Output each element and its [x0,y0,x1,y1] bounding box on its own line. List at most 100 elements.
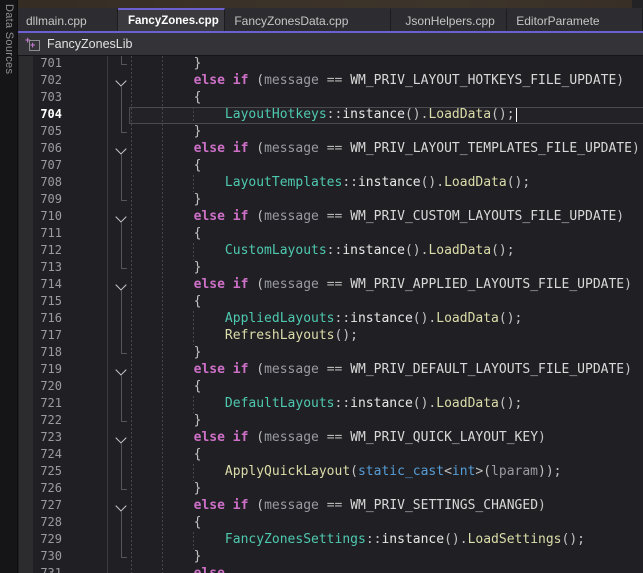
indent-guide-col0 [131,56,132,573]
breadcrumb[interactable]: + + FancyZonesLib [17,33,643,56]
tab-editorparameters[interactable]: EditorParamete [507,8,643,31]
code-line-713[interactable]: 713 } [17,260,643,277]
line-number: 718 [33,345,62,359]
tab-label: dllmain.cpp [26,14,87,28]
line-number: 717 [33,328,62,342]
fold-region-line [121,291,127,354]
line-number: 720 [33,379,62,393]
code-text: { [131,294,201,309]
code-line-719[interactable]: 719 else if (message == WM_PRIV_DEFAULT_… [17,362,643,379]
tab-dllmain[interactable]: dllmain.cpp [17,8,118,31]
cpp-project-icon: + + [26,38,40,51]
code-line-724[interactable]: 724 { [17,447,643,464]
fold-region-line [121,223,127,269]
code-line-712[interactable]: 712 CustomLayouts::instance().LoadData()… [17,243,643,260]
line-number: 731 [33,566,62,573]
line-number: 723 [33,430,62,444]
line-number: 712 [33,243,62,257]
code-text: } [131,345,201,360]
code-line-711[interactable]: 711 { [17,226,643,243]
line-number: 715 [33,294,62,308]
code-line-725[interactable]: 725 ApplyQuickLayout(static_cast<int>(lp… [17,464,643,481]
line-number: 721 [33,396,62,410]
tab-jsonhelpers[interactable]: JsonHelpers.cpp [391,8,507,31]
tab-label: JsonHelpers.cpp [405,14,494,28]
code-text: { [131,515,201,530]
code-line-726[interactable]: 726 } [17,481,643,498]
fold-region-line [121,155,127,201]
code-text: } [131,124,201,139]
code-line-716[interactable]: 716 AppliedLayouts::instance().LoadData(… [17,311,643,328]
breadcrumb-project: FancyZonesLib [47,37,132,51]
code-line-715[interactable]: 715 { [17,294,643,311]
line-number: 728 [33,515,62,529]
code-line-708[interactable]: 708 LayoutTemplates::instance().LoadData… [17,175,643,192]
line-number: 726 [33,481,62,495]
line-number: 719 [33,362,62,376]
code-text: { [131,379,201,394]
code-text: else if (message == WM_PRIV_CUSTOM_LAYOU… [131,209,624,224]
code-text: } [131,260,201,275]
window-top-strip [17,0,643,8]
line-number: 714 [33,277,62,291]
vs-editor-window: Data Sources dllmain.cpp FancyZones.cpp … [0,0,643,573]
code-line-729[interactable]: 729 FancyZonesSettings::instance().LoadS… [17,532,643,549]
tab-fancyzonesdata[interactable]: FancyZonesData.cpp [225,8,391,31]
line-number: 703 [33,90,62,104]
code-text: } [131,549,201,564]
line-number: 729 [33,532,62,546]
line-number: 705 [33,124,62,138]
code-line-721[interactable]: 721 DefaultLayouts::instance().LoadData(… [17,396,643,413]
code-line-701[interactable]: 701 } [17,56,643,73]
code-text: AppliedLayouts::instance().LoadData(); [131,311,522,326]
tab-label: FancyZones.cpp [128,15,219,27]
tab-fancyzones-active[interactable]: FancyZones.cpp [118,8,225,31]
line-number: 711 [33,226,62,240]
code-line-723[interactable]: 723 else if (message == WM_PRIV_QUICK_LA… [17,430,643,447]
code-line-703[interactable]: 703 { [17,90,643,107]
code-line-705[interactable]: 705 } [17,124,643,141]
code-line-730[interactable]: 730 } [17,549,643,566]
code-text: else if (message == WM_PRIV_QUICK_LAYOUT… [131,430,546,445]
line-number: 704 [33,107,62,121]
code-text: } [131,413,201,428]
code-line-731[interactable]: 731 else [17,566,643,573]
side-tool-tab-label: Data Sources [3,4,15,74]
tab-label: FancyZonesData.cpp [234,14,348,28]
line-number: 702 [33,73,62,87]
code-line-702[interactable]: 702 else if (message == WM_PRIV_LAYOUT_H… [17,73,643,90]
code-line-706[interactable]: 706 else if (message == WM_PRIV_LAYOUT_T… [17,141,643,158]
line-number: 701 [33,56,62,70]
line-number: 722 [33,413,62,427]
code-text: else if (message == WM_PRIV_APPLIED_LAYO… [131,277,632,292]
line-number: 724 [33,447,62,461]
code-text: { [131,226,201,241]
code-line-727[interactable]: 727 else if (message == WM_PRIV_SETTINGS… [17,498,643,515]
code-line-714[interactable]: 714 else if (message == WM_PRIV_APPLIED_… [17,277,643,294]
line-number: 713 [33,260,62,274]
code-text: FancyZonesSettings::instance().LoadSetti… [131,532,585,547]
indent-guide-col4 [162,56,163,573]
code-text: LayoutTemplates::instance().LoadData(); [131,175,530,190]
code-line-718[interactable]: 718 } [17,345,643,362]
code-line-720[interactable]: 720 { [17,379,643,396]
code-line-710[interactable]: 710 else if (message == WM_PRIV_CUSTOM_L… [17,209,643,226]
line-number: 716 [33,311,62,325]
code-line-728[interactable]: 728 { [17,515,643,532]
line-number: 730 [33,549,62,563]
code-text: RefreshLayouts(); [131,328,358,343]
line-number: 727 [33,498,62,512]
code-line-722[interactable]: 722 } [17,413,643,430]
line-number: 725 [33,464,62,478]
line-number: 706 [33,141,62,155]
document-tabbar: dllmain.cpp FancyZones.cpp FancyZonesDat… [17,8,643,33]
side-tool-tab-data-sources[interactable]: Data Sources [0,0,18,573]
line-number: 709 [33,192,62,206]
code-editor[interactable]: 701 }702 else if (message == WM_PRIV_LAY… [17,56,643,573]
code-line-707[interactable]: 707 { [17,158,643,175]
code-line-709[interactable]: 709 } [17,192,643,209]
code-line-717[interactable]: 717 RefreshLayouts(); [17,328,643,345]
code-line-704[interactable]: 704 LayoutHotkeys::instance().LoadData()… [17,107,643,124]
code-text: else if (message == WM_PRIV_LAYOUT_TEMPL… [131,141,640,156]
code-text: else if (message == WM_PRIV_DEFAULT_LAYO… [131,362,632,377]
